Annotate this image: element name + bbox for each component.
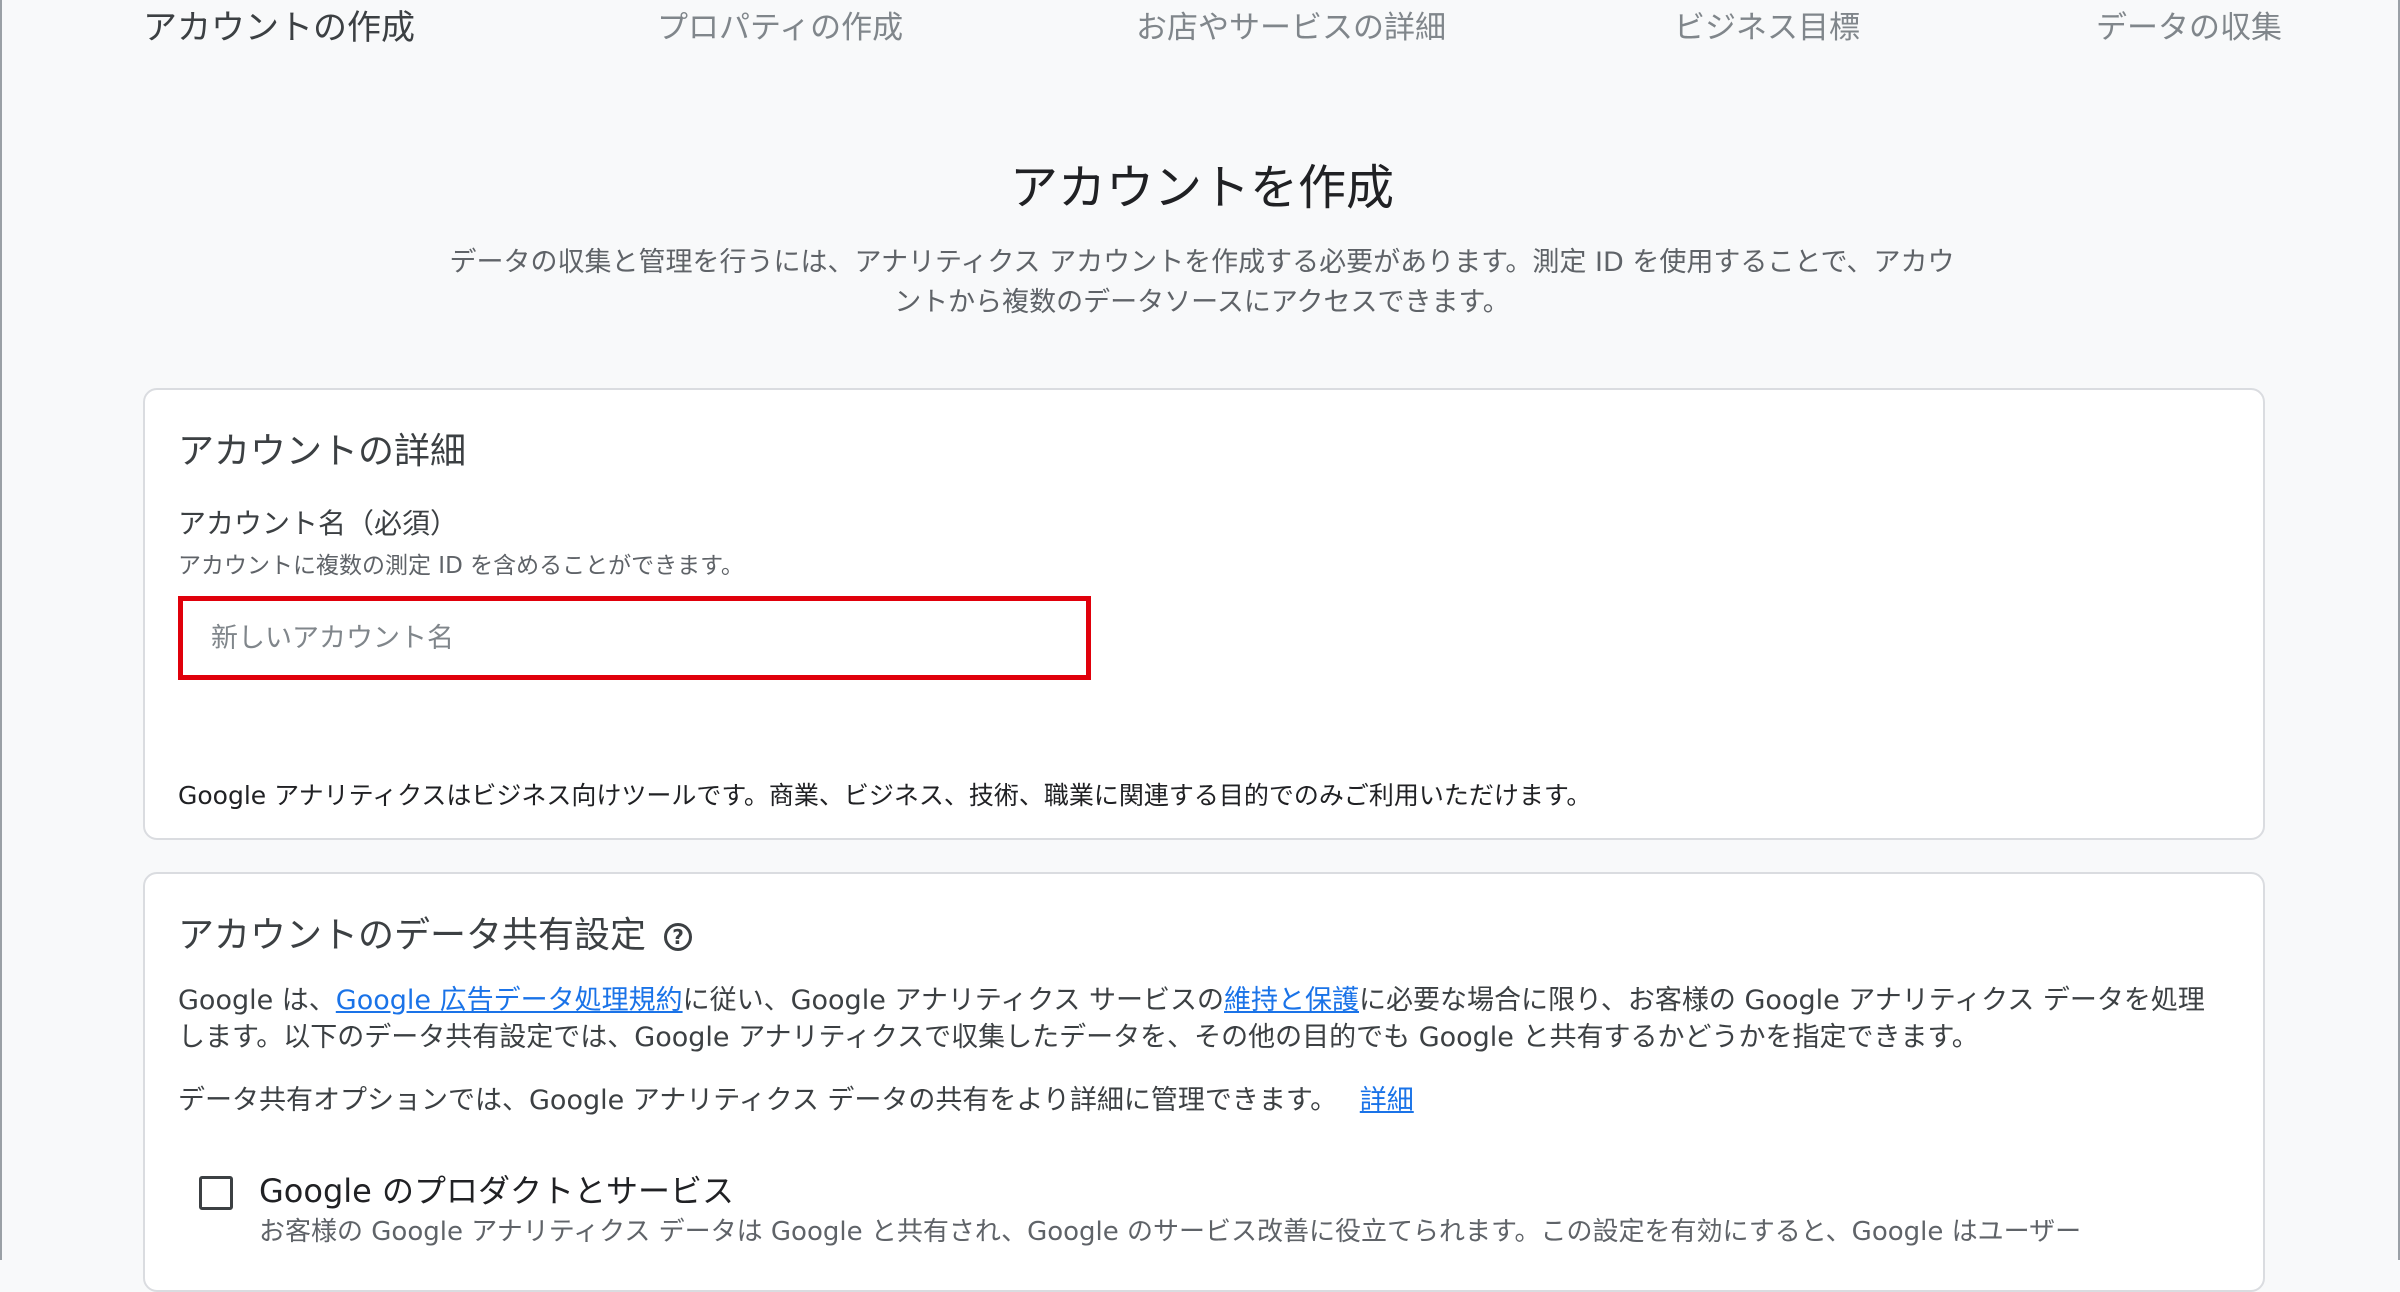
paragraph-2-text: データ共有オプションでは、Google アナリティクス データの共有をより詳細に… bbox=[178, 1085, 1338, 1116]
page-description-line-1: データの収集と管理を行うには、アナリティクス アカウントを作成する必要があります… bbox=[449, 247, 1955, 278]
data-sharing-card: アカウントのデータ共有設定? Google は、Google 広告データ処理規約… bbox=[143, 872, 2265, 1292]
business-use-notice: Google アナリティクスはビジネス向けツールです。商業、ビジネス、技術、職業… bbox=[178, 781, 1592, 810]
paragraph-1-suffix: に必要な場合に限り、お客様の Google アナリティクス データを処理 bbox=[1359, 985, 2205, 1016]
google-products-description: お客様の Google アナリティクス データは Google と共有され、Go… bbox=[259, 1217, 2082, 1247]
ads-data-processing-terms-link[interactable]: Google 広告データ処理規約 bbox=[336, 985, 683, 1016]
data-sharing-paragraph-1: Google は、Google 広告データ処理規約に従い、Google アナリテ… bbox=[178, 982, 2205, 1056]
page-description: データの収集と管理を行うには、アナリティクス アカウントを作成する必要があります… bbox=[402, 243, 2002, 323]
page-description-line-2: ントから複数のデータソースにアクセスできます。 bbox=[894, 287, 1510, 318]
step-create-property[interactable]: プロパティの作成 bbox=[657, 2, 903, 47]
help-circle-icon[interactable]: ? bbox=[664, 923, 693, 951]
step-data-collection[interactable]: データの収集 bbox=[2096, 2, 2282, 47]
step-business-details[interactable]: お店やサービスの詳細 bbox=[1136, 2, 1446, 47]
step-create-account[interactable]: アカウントの作成 bbox=[143, 0, 415, 49]
paragraph-1-line-1: Google は、Google 広告データ処理規約に従い、Google アナリテ… bbox=[178, 982, 2205, 1019]
page-title: アカウントを作成 bbox=[1009, 160, 1394, 216]
account-details-card: アカウントの詳細 アカウント名（必須） アカウントに複数の測定 ID を含めるこ… bbox=[143, 388, 2265, 840]
account-name-label: アカウント名（必須） bbox=[178, 507, 459, 540]
learn-more-link[interactable]: 詳細 bbox=[1360, 1085, 1414, 1116]
maintenance-protection-link[interactable]: 維持と保護 bbox=[1224, 985, 1359, 1016]
step-business-objectives[interactable]: ビジネス目標 bbox=[1674, 2, 1860, 47]
account-name-input[interactable] bbox=[183, 601, 1086, 675]
data-sharing-paragraph-2: データ共有オプションでは、Google アナリティクス データの共有をより詳細に… bbox=[178, 1082, 1414, 1119]
google-products-label[interactable]: Google のプロダクトとサービス bbox=[259, 1166, 734, 1212]
data-sharing-title: アカウントのデータ共有設定 bbox=[178, 915, 647, 956]
account-name-help: アカウントに複数の測定 ID を含めることができます。 bbox=[178, 553, 744, 579]
data-sharing-title-row: アカウントのデータ共有設定? bbox=[178, 906, 693, 958]
paragraph-1-middle: に従い、Google アナリティクス サービスの bbox=[682, 985, 1224, 1016]
account-name-field[interactable] bbox=[178, 596, 1091, 680]
google-products-checkbox[interactable] bbox=[199, 1176, 233, 1210]
paragraph-1-prefix: Google は、 bbox=[178, 985, 336, 1016]
paragraph-1-line-2: します。以下のデータ共有設定では、Google アナリティクスで収集したデータを… bbox=[178, 1022, 1979, 1053]
account-details-title: アカウントの詳細 bbox=[178, 431, 467, 472]
